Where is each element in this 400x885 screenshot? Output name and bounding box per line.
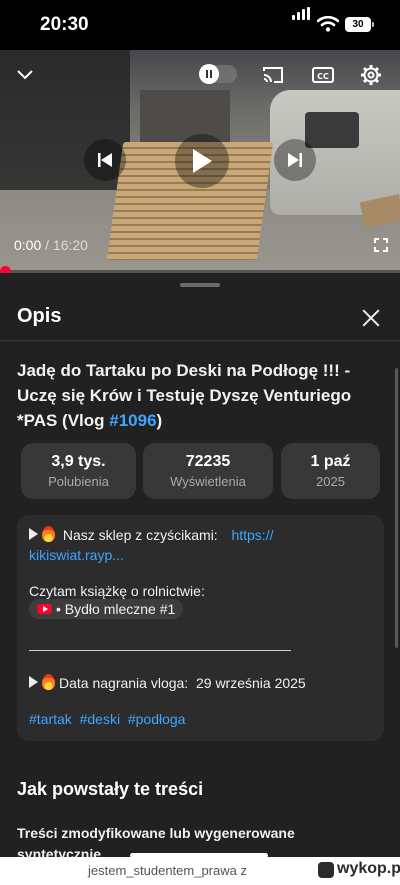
watermark-bar: jestem_studentem_prawa z wykop.pl (0, 857, 400, 885)
youtube-icon (37, 604, 52, 614)
shop-link[interactable]: https:// kikiswiat.rayp... (29, 527, 273, 563)
recording-line: Data nagrania vloga: 29 września 2025 (29, 673, 306, 693)
previous-icon[interactable] (84, 139, 126, 181)
hashtag-podloga[interactable]: #podłoga (128, 711, 186, 727)
recording-date: 29 września 2025 (195, 675, 306, 691)
panel-title: Opis (17, 305, 62, 327)
captions-icon[interactable]: CC (310, 62, 336, 88)
current-time: 0:00 (14, 237, 42, 253)
wykop-logo-icon (318, 862, 334, 878)
watermark-site: wykop.pl (337, 860, 400, 877)
battery-icon: 30 (345, 17, 374, 32)
video-timestamp: 0:00 / 16:20 (14, 237, 88, 253)
date-value: 1 paź (310, 453, 351, 470)
home-indicator[interactable] (130, 853, 268, 858)
views-value: 72235 (185, 453, 231, 470)
book-text: Czytam książkę o rolnictwie: (29, 583, 205, 599)
next-icon[interactable] (274, 139, 316, 181)
hashtags: #tartak #deski #podłoga (29, 709, 185, 729)
settings-gear-icon[interactable] (358, 62, 384, 88)
status-bar: 20:30 30 (0, 0, 400, 50)
video-title-suffix: ) (156, 411, 163, 430)
hashtag-tartak[interactable]: #tartak (29, 711, 72, 727)
play-triangle-icon (29, 676, 38, 688)
fire-icon (42, 674, 55, 690)
description-box: Nasz sklep z czyścikami: ▶ 🔥 Nasz sklep … (17, 515, 384, 741)
status-time: 20:30 (40, 14, 89, 35)
stat-likes: 3,9 tys. Polubienia (21, 443, 136, 499)
chevron-down-icon[interactable] (12, 62, 38, 88)
year-label: 2025 (316, 474, 345, 489)
pause-toggle-icon (199, 64, 219, 84)
video-player[interactable]: CC 0:00 / 16:20 (0, 50, 400, 272)
stat-date: 1 paź 2025 (281, 443, 380, 499)
video-title: Jadę do Tartaku po Deski na Podłogę !!! … (17, 358, 377, 433)
likes-value: 3,9 tys. (51, 453, 106, 470)
watermark-user: jestem_studentem_prawa z (88, 863, 247, 878)
drag-handle[interactable] (180, 283, 220, 287)
autoplay-toggle[interactable] (199, 64, 237, 84)
stat-views: 72235 Wyświetlenia (143, 443, 273, 499)
stats-row: 3,9 tys. Polubienia 72235 Wyświetlenia 1… (21, 443, 380, 499)
description-panel: Opis Jadę do Tartaku po Deski na Podłogę… (0, 273, 400, 885)
panel-header: Opis (0, 295, 400, 341)
video-title-text: Jadę do Tartaku po Deski na Podłogę !!! … (17, 361, 352, 430)
scrollbar[interactable] (395, 368, 398, 648)
cast-icon[interactable] (260, 62, 286, 88)
close-icon[interactable] (358, 305, 384, 331)
content-origin-title: Jak powstały te treści (17, 779, 204, 799)
likes-label: Polubienia (48, 474, 109, 489)
divider-line (29, 650, 291, 651)
time-separator: / (41, 237, 53, 253)
video-frame-caravan-window (305, 112, 359, 148)
play-icon[interactable] (175, 134, 229, 188)
hashtag-deski[interactable]: #deski (80, 711, 120, 727)
wifi-icon (317, 16, 339, 32)
video-duration: 16:20 (52, 237, 88, 253)
fullscreen-icon[interactable] (372, 236, 390, 254)
book-chip-label: • Bydło mleczne #1 (56, 601, 176, 617)
book-chip[interactable]: • Bydło mleczne #1 (29, 599, 184, 619)
svg-text:CC: CC (317, 72, 329, 81)
views-label: Wyświetlenia (170, 474, 246, 489)
recording-label: Data nagrania vloga: (59, 675, 189, 691)
video-title-hashtag[interactable]: #1096 (109, 411, 156, 430)
shop-link-line: ▶ 🔥 Nasz sklep z czyścikami: https:// ki… (29, 525, 369, 565)
